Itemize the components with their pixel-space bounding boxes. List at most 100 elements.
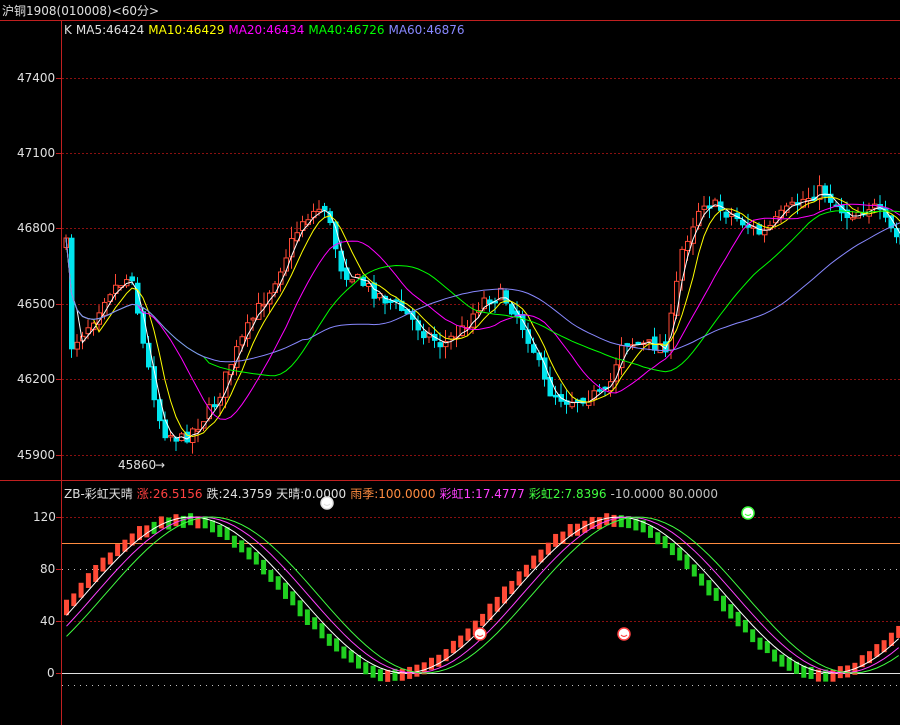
indicator-bar bbox=[85, 573, 91, 588]
indicator-bar bbox=[107, 552, 113, 565]
indicator-bar bbox=[231, 535, 237, 548]
indicator-bar bbox=[173, 514, 179, 527]
candle-body bbox=[850, 217, 856, 220]
indicator-bar bbox=[188, 513, 194, 526]
indicator-bar bbox=[115, 544, 121, 557]
indicator-tick-label: 40 bbox=[40, 614, 55, 628]
indicator-bar bbox=[874, 644, 880, 657]
ma-line bbox=[65, 193, 900, 440]
indicator-bar bbox=[283, 582, 288, 599]
price-tick-label: 46200 bbox=[17, 372, 55, 386]
indicator-bar bbox=[166, 517, 172, 530]
candle-body bbox=[547, 376, 553, 397]
indicator-bar bbox=[290, 591, 296, 606]
candle-body bbox=[140, 311, 146, 344]
indicator-bar bbox=[78, 582, 84, 598]
low-price-arrow: → bbox=[155, 458, 165, 472]
indicator-bar bbox=[531, 555, 537, 569]
candle-body bbox=[723, 211, 729, 218]
candle-body bbox=[437, 342, 443, 348]
indicator-bar bbox=[414, 664, 420, 677]
indicator-bar bbox=[713, 587, 719, 601]
price-tick-label: 46800 bbox=[17, 221, 55, 235]
indicator-bar bbox=[684, 554, 690, 570]
indicator-bar bbox=[312, 617, 318, 630]
ma-line bbox=[65, 222, 900, 363]
candle-body bbox=[316, 208, 322, 212]
indicator-bar bbox=[764, 641, 770, 654]
price-grid bbox=[62, 78, 900, 456]
indicator-bar bbox=[669, 542, 675, 556]
price-tick-label: 47400 bbox=[17, 71, 55, 85]
indicator-bar bbox=[253, 552, 259, 565]
indicator-bar bbox=[377, 669, 383, 682]
indicator-bar bbox=[691, 564, 697, 577]
indicator-bar bbox=[772, 649, 778, 662]
candle-body bbox=[129, 276, 135, 282]
indicator-bar bbox=[158, 516, 164, 529]
indicator-bar bbox=[553, 533, 559, 547]
indicator-bar bbox=[896, 625, 900, 638]
smiley-icon bbox=[320, 496, 334, 510]
indicator-bar bbox=[757, 637, 763, 650]
candle-body bbox=[349, 279, 355, 283]
indicator-bar bbox=[210, 520, 215, 533]
indicator-bar bbox=[706, 580, 712, 596]
indicator-tick-label: 80 bbox=[40, 562, 55, 576]
price-tick-label: 46500 bbox=[17, 297, 55, 311]
indicator-bar bbox=[100, 557, 106, 572]
indicator-bar bbox=[509, 580, 515, 595]
indicator-bar bbox=[71, 593, 77, 607]
indicator-bar bbox=[399, 668, 405, 681]
indicator-bar bbox=[728, 604, 734, 619]
indicator-bar bbox=[436, 654, 442, 667]
indicator-bar bbox=[326, 633, 332, 646]
moving-average-lines bbox=[65, 193, 900, 440]
indicator-bar bbox=[261, 559, 267, 575]
chart-canvas[interactable]: 47400 47100 46800 46500 46200 45900 120 … bbox=[0, 0, 900, 725]
candle-body bbox=[685, 240, 691, 251]
smiley-icon bbox=[473, 627, 487, 641]
indicator-bar bbox=[93, 565, 99, 582]
indicator-bar bbox=[458, 635, 464, 648]
ma-line bbox=[65, 196, 900, 438]
indicator-bar bbox=[699, 573, 705, 586]
indicator-bar bbox=[385, 669, 391, 682]
indicator-bar bbox=[662, 536, 668, 549]
candle-body bbox=[355, 273, 361, 278]
indicator-bar bbox=[516, 571, 522, 586]
indicator-bar bbox=[246, 547, 252, 560]
indicator-bar bbox=[304, 609, 310, 625]
candle-body bbox=[762, 229, 768, 236]
candle-body bbox=[520, 314, 526, 331]
candle-body bbox=[624, 343, 630, 346]
indicator-series[interactable] bbox=[64, 496, 900, 682]
candle-body bbox=[371, 282, 377, 299]
candle-body bbox=[322, 205, 328, 211]
price-tick-label: 45900 bbox=[17, 448, 55, 462]
candle-body bbox=[778, 209, 784, 218]
ma-line bbox=[65, 210, 900, 377]
candle-body bbox=[817, 185, 823, 200]
smiley-icon bbox=[741, 506, 755, 520]
indicator-bar bbox=[348, 650, 354, 663]
candle-body bbox=[525, 329, 531, 344]
indicator-bar bbox=[742, 619, 748, 633]
price-tick-label: 47100 bbox=[17, 146, 55, 160]
candlestick-series[interactable] bbox=[63, 175, 900, 454]
indicator-bar bbox=[137, 526, 142, 541]
indicator-bar bbox=[648, 525, 653, 538]
indicator-bar bbox=[297, 600, 303, 617]
indicator-bar bbox=[523, 564, 529, 577]
candle-body bbox=[250, 317, 256, 321]
candle-body bbox=[283, 257, 289, 272]
indicator-bar bbox=[363, 662, 369, 675]
candle-body bbox=[674, 280, 680, 316]
indicator-bar bbox=[721, 595, 726, 612]
candle-body bbox=[421, 331, 427, 339]
candle-body bbox=[789, 201, 795, 205]
candle-body bbox=[289, 238, 295, 258]
smiley-icon bbox=[617, 627, 631, 641]
indicator-bar bbox=[268, 569, 274, 582]
low-price-label: 45860 bbox=[118, 458, 156, 472]
